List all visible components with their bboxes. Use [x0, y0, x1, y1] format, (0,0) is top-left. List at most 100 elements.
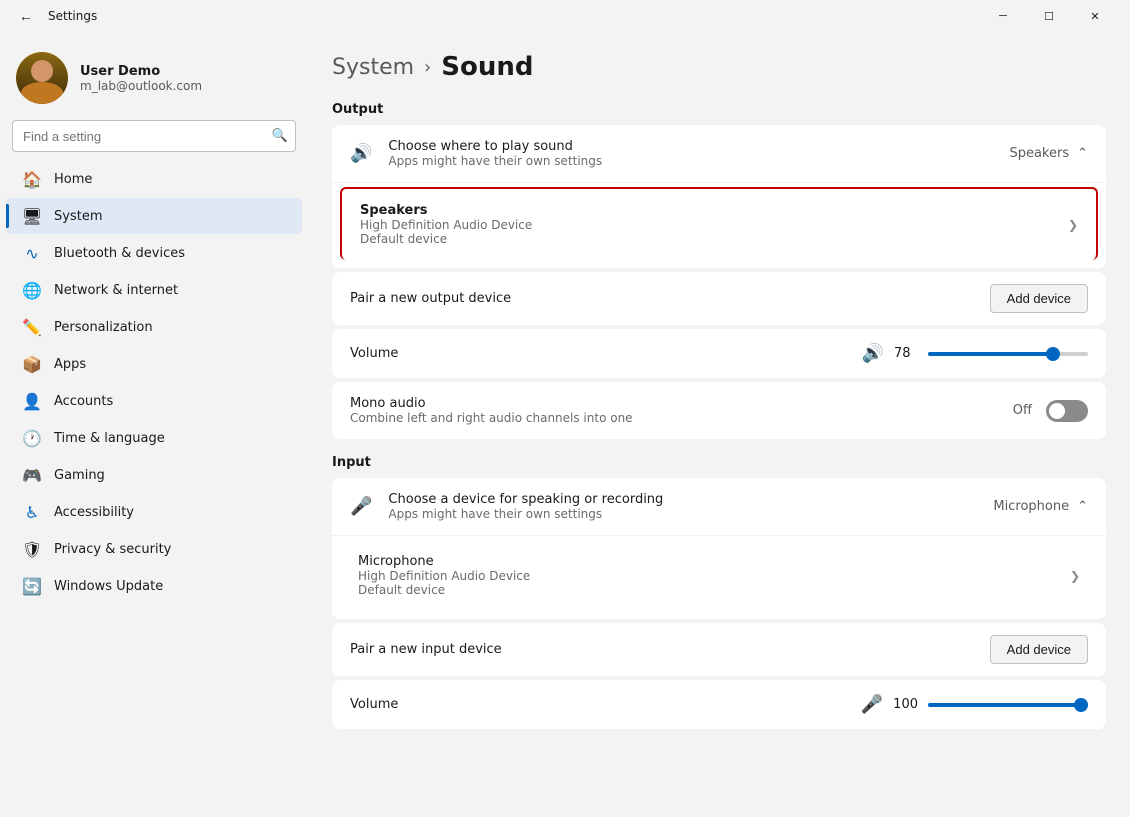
output-choose-card: 🔊 Choose where to play sound Apps might …: [332, 125, 1106, 268]
mono-content: Mono audio Combine left and right audio …: [350, 396, 997, 425]
volume-icon: 🔊: [862, 343, 884, 364]
breadcrumb-chevron: ›: [424, 57, 431, 78]
sidebar-item-gaming[interactable]: 🎮 Gaming: [6, 457, 302, 493]
output-section: Output 🔊 Choose where to play sound Apps…: [332, 102, 1106, 439]
mono-audio-row: Mono audio Combine left and right audio …: [332, 382, 1106, 439]
sidebar-item-system[interactable]: 🖥 System: [6, 198, 302, 234]
avatar: [16, 52, 68, 104]
apps-icon: 📦: [22, 354, 42, 374]
sidebar-item-label-network: Network & internet: [54, 283, 178, 298]
speaker-icon: 🔊: [350, 143, 372, 164]
privacy-icon: 🛡: [22, 539, 42, 559]
speakers-row-wrapper: Speakers High Definition Audio Device De…: [332, 183, 1106, 268]
mic-sub1: High Definition Audio Device: [358, 569, 1054, 583]
input-volume-label: Volume: [350, 697, 845, 712]
input-volume-value: 100: [893, 697, 918, 712]
accounts-icon: 👤: [22, 391, 42, 411]
update-icon: 🔄: [22, 576, 42, 596]
input-volume-row: Volume 🎤 100: [332, 680, 1106, 729]
titlebar: ← Settings ─ ☐ ✕: [0, 0, 1130, 32]
output-choose-device: Speakers: [1009, 146, 1069, 161]
input-section: Input 🎤 Choose a device for speaking or …: [332, 455, 1106, 729]
microphone-row[interactable]: Microphone High Definition Audio Device …: [340, 540, 1098, 611]
microphone-row-wrapper: Microphone High Definition Audio Device …: [332, 536, 1106, 619]
mic-content: Microphone High Definition Audio Device …: [358, 554, 1054, 597]
close-button[interactable]: ✕: [1072, 0, 1118, 32]
input-slider-track: [928, 703, 1088, 707]
input-choose-title: Choose a device for speaking or recordin…: [388, 492, 977, 507]
add-output-device-button[interactable]: Add device: [990, 284, 1088, 313]
bluetooth-icon: ∿: [22, 243, 42, 263]
mono-toggle[interactable]: [1046, 400, 1088, 422]
input-volume-slider[interactable]: [928, 695, 1088, 715]
input-choose-content: Choose a device for speaking or recordin…: [388, 492, 977, 521]
sidebar-item-label-apps: Apps: [54, 357, 86, 372]
sidebar-item-network[interactable]: 🌐 Network & internet: [6, 272, 302, 308]
main-content: System › Sound Output 🔊 Choose where to …: [308, 32, 1130, 817]
output-choose-content: Choose where to play sound Apps might ha…: [388, 139, 993, 168]
sidebar-item-update[interactable]: 🔄 Windows Update: [6, 568, 302, 604]
page-header: System › Sound: [332, 52, 1106, 82]
slider-track: [928, 352, 1088, 356]
system-icon: 🖥: [22, 206, 42, 226]
time-icon: 🕐: [22, 428, 42, 448]
sidebar-item-personalization[interactable]: ✏️ Personalization: [6, 309, 302, 345]
output-volume-label: Volume: [350, 346, 846, 361]
output-volume-slider[interactable]: [928, 344, 1088, 364]
search-input[interactable]: [12, 120, 296, 152]
output-choose-row[interactable]: 🔊 Choose where to play sound Apps might …: [332, 125, 1106, 183]
home-icon: 🏠: [22, 169, 42, 189]
input-choose-right: Microphone ⌃: [993, 499, 1088, 514]
output-choose-title: Choose where to play sound: [388, 139, 993, 154]
pair-output-row: Pair a new output device Add device: [332, 272, 1106, 325]
sidebar-item-accounts[interactable]: 👤 Accounts: [6, 383, 302, 419]
sidebar-item-bluetooth[interactable]: ∿ Bluetooth & devices: [6, 235, 302, 271]
sidebar-item-label-accessibility: Accessibility: [54, 505, 134, 520]
user-info: User Demo m_lab@outlook.com: [80, 64, 202, 93]
sidebar-item-privacy[interactable]: 🛡 Privacy & security: [6, 531, 302, 567]
sidebar: User Demo m_lab@outlook.com 🔍 🏠 Home 🖥 S…: [0, 32, 308, 817]
sidebar-item-label-system: System: [54, 209, 102, 224]
page-title: Sound: [441, 52, 533, 82]
sidebar-item-label-home: Home: [54, 172, 92, 187]
sidebar-item-label-personalization: Personalization: [54, 320, 153, 335]
output-expand-icon: ⌃: [1077, 146, 1088, 161]
add-input-device-button[interactable]: Add device: [990, 635, 1088, 664]
input-label: Input: [332, 455, 1106, 470]
slider-thumb[interactable]: [1046, 347, 1060, 361]
speakers-sub2: Default device: [360, 232, 1052, 246]
sidebar-item-accessibility[interactable]: ♿ Accessibility: [6, 494, 302, 530]
sidebar-item-label-privacy: Privacy & security: [54, 542, 171, 557]
sidebar-item-apps[interactable]: 📦 Apps: [6, 346, 302, 382]
back-button[interactable]: ←: [12, 2, 40, 30]
input-choose-row[interactable]: 🎤 Choose a device for speaking or record…: [332, 478, 1106, 536]
output-choose-right: Speakers ⌃: [1009, 146, 1088, 161]
microphone-icon: 🎤: [350, 496, 372, 517]
speakers-title: Speakers: [360, 203, 1052, 218]
mic-title: Microphone: [358, 554, 1054, 569]
window-controls: ─ ☐ ✕: [980, 0, 1118, 32]
main-container: User Demo m_lab@outlook.com 🔍 🏠 Home 🖥 S…: [0, 32, 1130, 817]
mono-title: Mono audio: [350, 396, 997, 411]
input-slider-thumb[interactable]: [1074, 698, 1088, 712]
network-icon: 🌐: [22, 280, 42, 300]
pair-input-label: Pair a new input device: [350, 642, 502, 657]
mic-right: ❯: [1070, 569, 1080, 583]
gaming-icon: 🎮: [22, 465, 42, 485]
nav-list: 🏠 Home 🖥 System ∿ Bluetooth & devices 🌐 …: [0, 160, 308, 605]
speakers-right: ❯: [1068, 218, 1078, 232]
minimize-button[interactable]: ─: [980, 0, 1026, 32]
breadcrumb: System: [332, 55, 414, 80]
user-name: User Demo: [80, 64, 202, 79]
mono-subtitle: Combine left and right audio channels in…: [350, 411, 997, 425]
sidebar-item-home[interactable]: 🏠 Home: [6, 161, 302, 197]
input-choose-subtitle: Apps might have their own settings: [388, 507, 977, 521]
output-label: Output: [332, 102, 1106, 117]
speakers-row[interactable]: Speakers High Definition Audio Device De…: [340, 187, 1098, 260]
restore-button[interactable]: ☐: [1026, 0, 1072, 32]
user-profile[interactable]: User Demo m_lab@outlook.com: [0, 40, 308, 120]
speakers-content: Speakers High Definition Audio Device De…: [360, 203, 1052, 246]
speakers-chevron: ❯: [1068, 218, 1078, 232]
search-box: 🔍: [12, 120, 296, 152]
sidebar-item-time[interactable]: 🕐 Time & language: [6, 420, 302, 456]
